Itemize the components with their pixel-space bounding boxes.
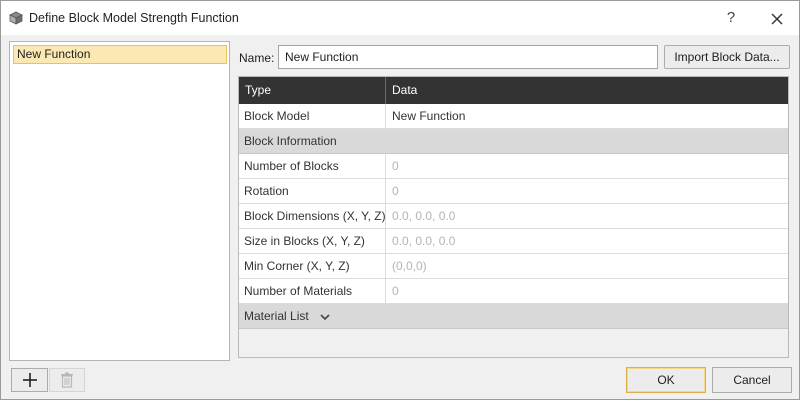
list-item[interactable]: New Function bbox=[13, 45, 227, 64]
row-label: Number of Blocks bbox=[239, 154, 386, 178]
block-model-icon bbox=[9, 11, 23, 25]
chevron-down-icon[interactable] bbox=[320, 305, 330, 329]
table-row: Block Dimensions (X, Y, Z) 0.0, 0.0, 0.0 bbox=[239, 204, 788, 229]
row-label: Size in Blocks (X, Y, Z) bbox=[239, 229, 386, 253]
plus-icon bbox=[22, 373, 37, 388]
block-model-value[interactable]: New Function bbox=[386, 104, 788, 128]
grid-header: Type Data bbox=[239, 77, 788, 104]
help-button[interactable]: ? bbox=[715, 5, 747, 31]
delete-function-button[interactable] bbox=[49, 368, 85, 392]
window-title: Define Block Model Strength Function bbox=[29, 11, 239, 25]
properties-grid: Type Data Block Model New Function Block… bbox=[238, 76, 789, 358]
row-label: Number of Materials bbox=[239, 279, 386, 303]
table-row: Min Corner (X, Y, Z) (0,0,0) bbox=[239, 254, 788, 279]
row-label: Rotation bbox=[239, 179, 386, 203]
row-label: Block Dimensions (X, Y, Z) bbox=[239, 204, 386, 228]
table-row: Number of Materials 0 bbox=[239, 279, 788, 304]
table-row: Rotation 0 bbox=[239, 179, 788, 204]
name-label: Name: bbox=[239, 51, 275, 65]
ok-button[interactable]: OK bbox=[626, 367, 706, 393]
table-row: Size in Blocks (X, Y, Z) 0.0, 0.0, 0.0 bbox=[239, 229, 788, 254]
cancel-button[interactable]: Cancel bbox=[712, 367, 792, 393]
row-value: 0 bbox=[392, 284, 399, 298]
row-value: (0,0,0) bbox=[392, 259, 427, 273]
row-value: 0 bbox=[392, 159, 399, 173]
block-information-section: Block Information bbox=[239, 129, 788, 154]
row-value: 0.0, 0.0, 0.0 bbox=[392, 209, 456, 223]
header-type: Type bbox=[239, 77, 386, 104]
row-label: Block Model bbox=[239, 104, 386, 128]
close-button[interactable] bbox=[761, 5, 793, 31]
add-function-button[interactable] bbox=[11, 368, 48, 392]
row-value: 0 bbox=[392, 184, 399, 198]
header-data: Data bbox=[392, 83, 418, 97]
import-block-data-button[interactable]: Import Block Data... bbox=[664, 45, 790, 69]
row-label: Min Corner (X, Y, Z) bbox=[239, 254, 386, 278]
trash-icon bbox=[61, 372, 73, 388]
close-icon bbox=[771, 13, 783, 25]
name-input[interactable] bbox=[278, 45, 658, 69]
table-row: Number of Blocks 0 bbox=[239, 154, 788, 179]
table-row: Block Model New Function bbox=[239, 104, 788, 129]
title-bar: Define Block Model Strength Function ? bbox=[1, 1, 799, 35]
function-list[interactable]: New Function bbox=[9, 41, 230, 361]
row-value: 0.0, 0.0, 0.0 bbox=[392, 234, 456, 248]
material-list-section[interactable]: Material List bbox=[239, 304, 788, 329]
material-list-label: Material List bbox=[244, 309, 309, 323]
dialog-window: Define Block Model Strength Function ? N… bbox=[0, 0, 800, 400]
